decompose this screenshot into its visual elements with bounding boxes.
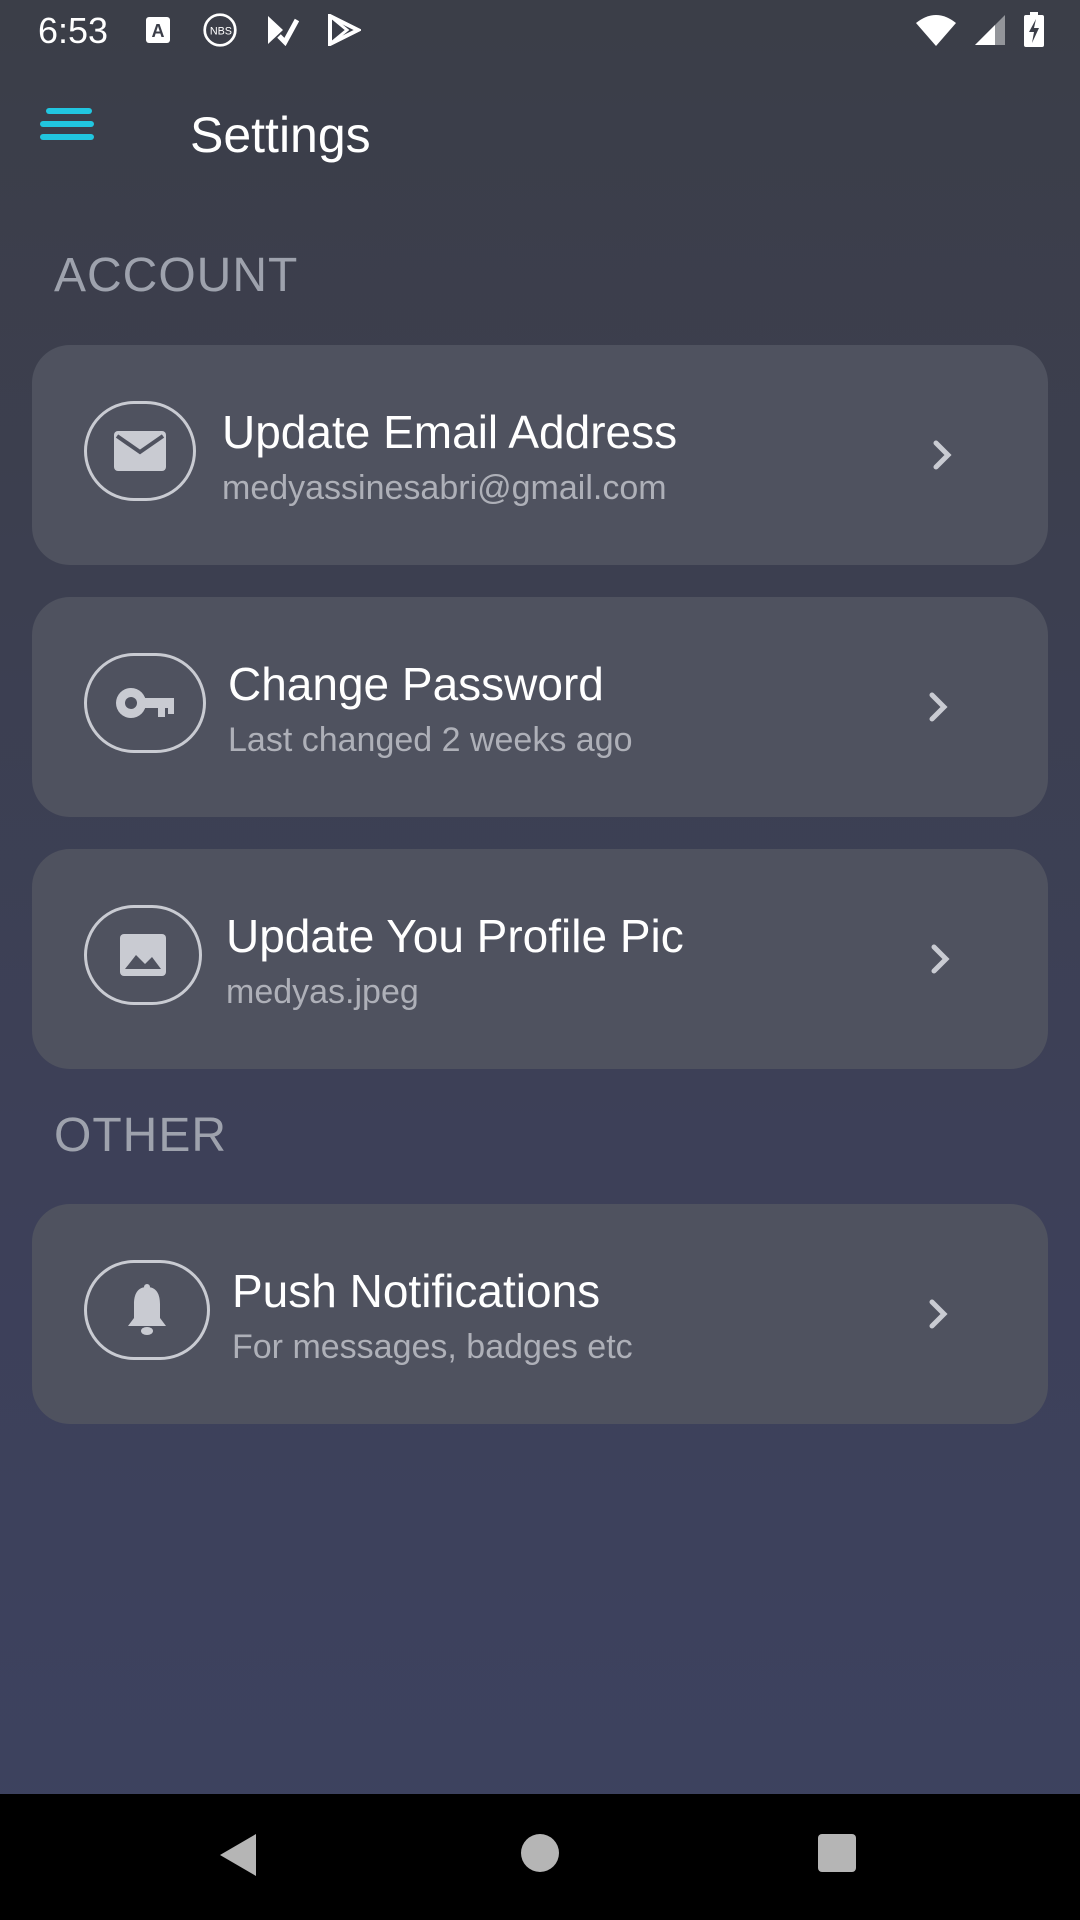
card-title: Update You Profile Pic xyxy=(226,910,684,962)
home-circle-icon[interactable] xyxy=(519,1832,561,1879)
card-subtitle: For messages, badges etc xyxy=(232,1328,633,1366)
hamburger-menu-icon[interactable] xyxy=(40,108,104,156)
card-subtitle: medyassinesabri@gmail.com xyxy=(222,469,667,507)
chevron-right-icon xyxy=(928,435,958,475)
change-password-card[interactable]: Change Password Last changed 2 weeks ago xyxy=(32,597,1048,817)
status-bar: 6:53 A NBS xyxy=(0,0,1080,64)
status-system-icons xyxy=(914,12,1046,48)
card-title: Change Password xyxy=(228,658,604,710)
bell-icon xyxy=(84,1260,210,1360)
wifi-icon xyxy=(914,12,958,48)
font-a-icon: A xyxy=(140,12,176,48)
image-icon xyxy=(84,905,202,1005)
card-subtitle: medyas.jpeg xyxy=(226,973,419,1011)
play-store-check-icon xyxy=(264,12,300,48)
card-title: Update Email Address xyxy=(222,406,678,458)
system-nav-bar xyxy=(0,1794,1080,1920)
top-app-bar: Settings xyxy=(0,64,1080,214)
envelope-icon xyxy=(84,401,196,501)
page-title: Settings xyxy=(190,107,371,163)
svg-text:NBS: NBS xyxy=(210,26,232,38)
chevron-right-icon xyxy=(926,939,956,979)
card-subtitle: Last changed 2 weeks ago xyxy=(228,721,633,759)
recents-square-icon[interactable] xyxy=(816,1832,858,1879)
back-triangle-icon[interactable] xyxy=(216,1830,260,1885)
push-notifications-card[interactable]: Push Notifications For messages, badges … xyxy=(32,1204,1048,1424)
battery-charging-icon xyxy=(1022,12,1046,48)
cell-signal-icon xyxy=(972,12,1008,48)
svg-text:A: A xyxy=(152,21,165,41)
chevron-right-icon xyxy=(924,1294,954,1334)
chevron-right-icon xyxy=(924,687,954,727)
key-icon xyxy=(84,653,206,753)
update-email-card[interactable]: Update Email Address medyassinesabri@gma… xyxy=(32,345,1048,565)
section-header-account: ACCOUNT xyxy=(54,249,299,302)
update-profile-pic-card[interactable]: Update You Profile Pic medyas.jpeg xyxy=(32,849,1048,1069)
status-time: 6:53 xyxy=(38,10,109,51)
status-notification-icons: A NBS xyxy=(140,12,362,48)
section-header-other: OTHER xyxy=(54,1109,227,1162)
nbs-icon: NBS xyxy=(202,12,238,48)
card-title: Push Notifications xyxy=(232,1265,601,1317)
play-store-icon xyxy=(326,12,362,48)
